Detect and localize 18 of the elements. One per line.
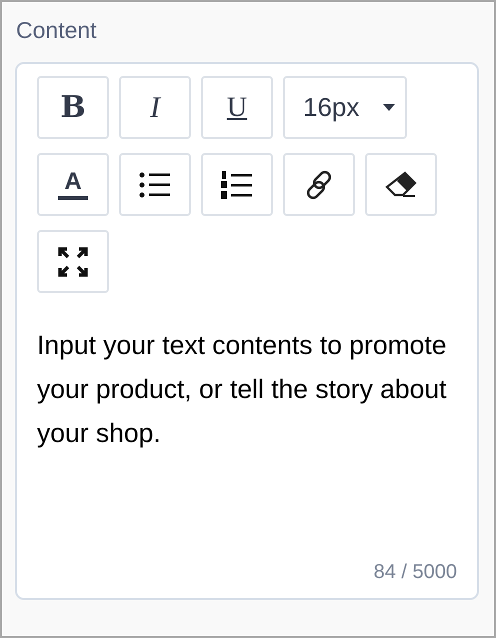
numbers-button[interactable] <box>201 153 273 216</box>
numbered-list-icon <box>221 170 253 198</box>
field-label: Content <box>16 17 97 44</box>
fullscreen-button[interactable] <box>37 230 109 293</box>
character-counter: 84 / 5000 <box>374 561 457 584</box>
bullets-button[interactable] <box>119 153 191 216</box>
eraser-icon <box>385 170 417 198</box>
fullscreen-icon <box>58 246 88 276</box>
link-button[interactable] <box>283 153 355 216</box>
underline-button[interactable]: U <box>201 76 273 139</box>
text-input[interactable]: Input your text contents to promote your product, or tell the story about your shop. <box>37 323 457 561</box>
caret-icon <box>383 104 396 111</box>
eraser-button[interactable] <box>365 153 437 216</box>
text-color-button[interactable]: A <box>37 153 109 216</box>
italic-button[interactable]: I <box>119 76 191 139</box>
bold-button[interactable]: B <box>37 76 109 139</box>
bullet-list-icon <box>139 172 171 198</box>
font-size-dropdown[interactable]: 16px <box>283 76 407 139</box>
